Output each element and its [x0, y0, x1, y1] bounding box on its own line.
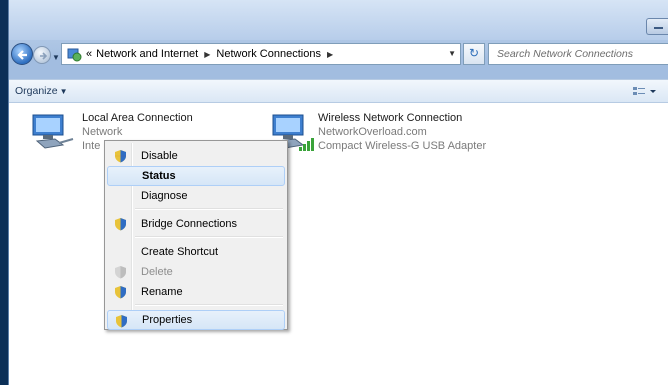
address-dropdown-icon[interactable]: ▼ [448, 49, 456, 58]
menu-item-delete: Delete [107, 262, 285, 282]
content-pane: Local Area Connection Network Inte Wirel… [9, 103, 668, 385]
menu-separator [135, 304, 283, 306]
control-panel-icon [66, 46, 82, 62]
menu-item-rename[interactable]: Rename [107, 282, 285, 302]
menu-item-disable[interactable]: Disable [107, 146, 285, 166]
chevron-down-icon: ▼ [59, 87, 68, 96]
menu-item-status[interactable]: Status [107, 166, 285, 186]
breadcrumb-arrow-icon[interactable]: ▶ [204, 50, 210, 59]
menu-item-label: Delete [141, 266, 173, 278]
menu-item-diagnose[interactable]: Diagnose [107, 186, 285, 206]
organize-button[interactable]: Organize ▼ [15, 85, 68, 97]
menu-item-create-shortcut[interactable]: Create Shortcut [107, 242, 285, 262]
menu-item-properties[interactable]: Properties [107, 310, 285, 330]
connection-name: Local Area Connection [82, 112, 193, 124]
connection-name: Wireless Network Connection [318, 112, 463, 124]
menu-separator [135, 236, 283, 238]
shield-icon [115, 266, 126, 279]
menu-item-label: Bridge Connections [141, 218, 238, 230]
title-bar [9, 0, 668, 40]
shield-icon [115, 286, 126, 299]
minimize-button[interactable] [646, 18, 668, 35]
network-adapter-icon [32, 114, 74, 149]
shield-icon [115, 150, 126, 163]
shield-icon [115, 218, 126, 231]
search-input[interactable]: Search Network Connections [488, 43, 668, 65]
breadcrumb-network-and-internet[interactable]: Network and Internet [96, 48, 198, 60]
menu-item-label: Diagnose [141, 190, 188, 202]
connection-adapter: Inte [82, 140, 101, 152]
views-icon [633, 87, 656, 95]
menu-item-label: Properties [142, 314, 193, 326]
menu-item-label: Rename [141, 286, 183, 298]
menu-item-label: Create Shortcut [141, 246, 219, 258]
refresh-button[interactable]: ↻ [463, 43, 485, 65]
menu-item-label: Status [142, 170, 176, 182]
recent-pages-dropdown[interactable]: ▼ [52, 53, 60, 62]
connection-status: Network [82, 126, 123, 138]
back-arrow-icon [17, 50, 27, 60]
breadcrumb-network-connections[interactable]: Network Connections [216, 48, 321, 60]
explorer-window: ▼ « Network and Internet ▶ Network Conne… [8, 0, 668, 385]
command-bar: Organize ▼ [9, 79, 668, 103]
connection-adapter: Compact Wireless-G USB Adapter [318, 140, 487, 152]
views-button[interactable] [633, 86, 657, 101]
back-button[interactable] [11, 43, 33, 65]
breadcrumb-arrow-icon[interactable]: ▶ [327, 50, 333, 59]
organize-label: Organize [15, 85, 58, 97]
breadcrumb-overflow[interactable]: « [86, 48, 92, 60]
menu-separator [135, 208, 283, 210]
context-menu: Disable Status Diagnose Bridge Connectio… [104, 140, 288, 330]
menu-item-bridge-connections[interactable]: Bridge Connections [107, 214, 285, 234]
refresh-icon: ↻ [468, 46, 480, 60]
menu-item-label: Disable [141, 150, 178, 162]
shield-icon [116, 315, 127, 328]
connection-status: NetworkOverload.com [318, 126, 427, 138]
forward-button[interactable] [33, 46, 51, 64]
address-bar[interactable]: « Network and Internet ▶ Network Connect… [61, 43, 461, 65]
forward-arrow-icon [40, 52, 48, 60]
